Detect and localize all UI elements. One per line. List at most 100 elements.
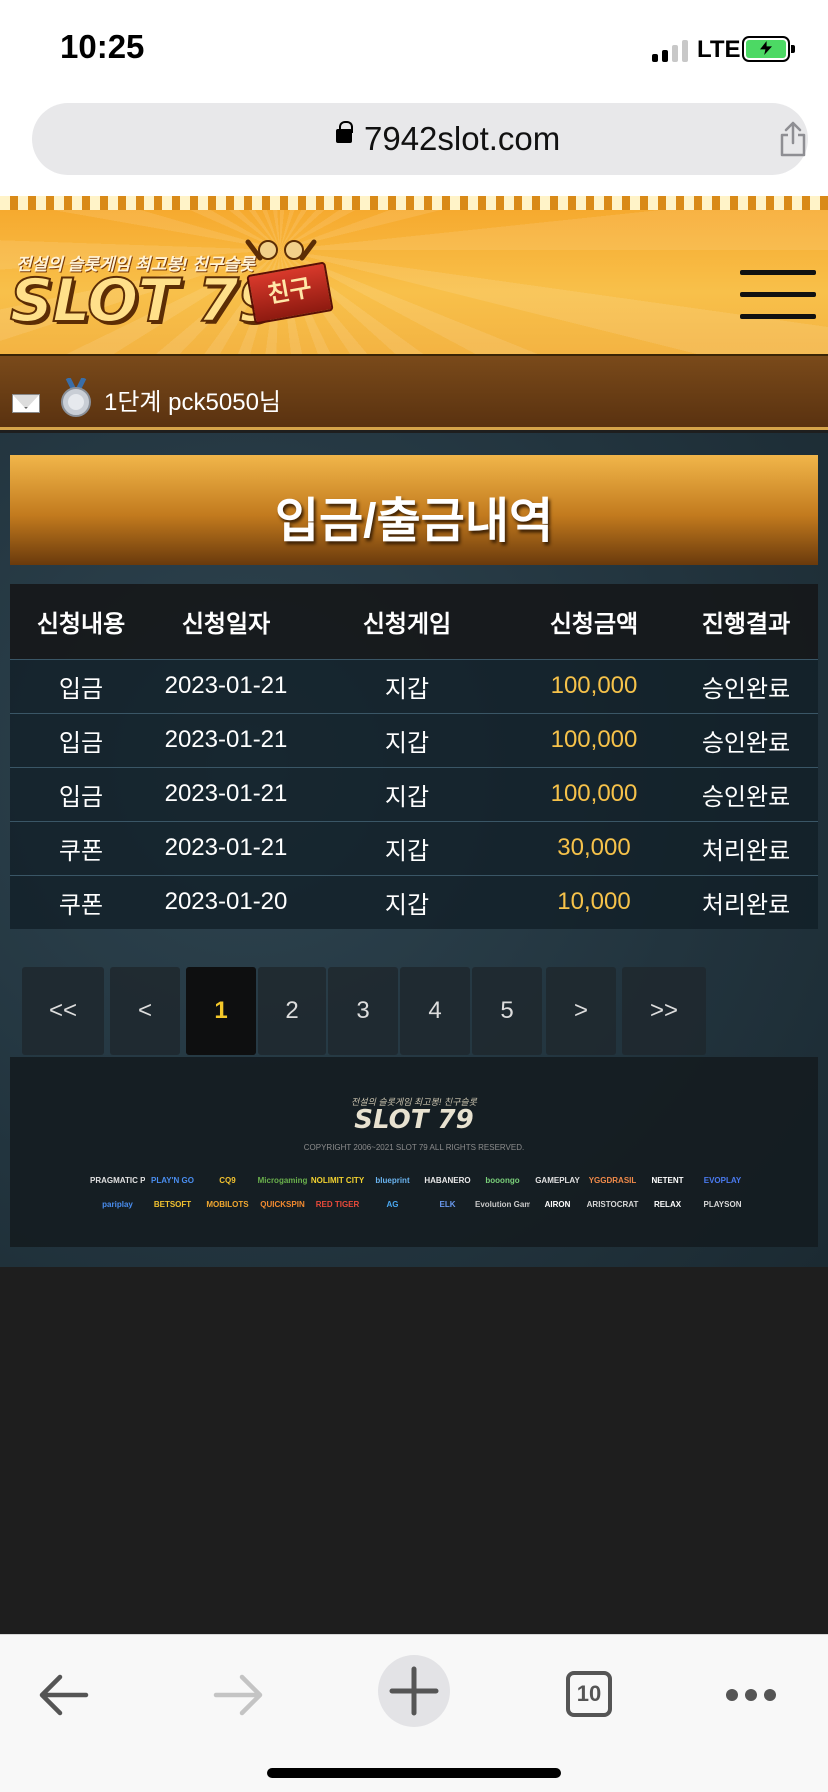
provider-logo: pariplay: [102, 1200, 133, 1209]
provider-logo: blueprint: [375, 1176, 410, 1185]
cell-type: 쿠폰: [10, 874, 152, 929]
cell-game: 지갑: [300, 712, 514, 767]
page-title: 입금/출금내역: [274, 495, 554, 548]
cell-date: 2023-01-21: [152, 766, 300, 821]
menu-hamburger-icon[interactable]: [740, 270, 816, 320]
provider-logos: PRAGMATIC PLAY PLAY'N GO CQ9 Microgaming…: [90, 1169, 750, 1217]
table-row: 입금 2023-01-21 지갑 100,000 승인완료: [10, 712, 818, 767]
page-button-3[interactable]: 3: [328, 967, 398, 1055]
lock-icon: [336, 121, 353, 143]
page-button-1[interactable]: 1: [186, 967, 256, 1055]
site-page: 전설의 슬롯게임 최고봉! 친구슬롯 SLOT 79 친구 1단계 pck505…: [0, 196, 828, 1634]
page-button-4[interactable]: 4: [400, 967, 470, 1055]
cell-type: 쿠폰: [10, 820, 152, 875]
cell-status: 승인완료: [674, 712, 818, 767]
cell-date: 2023-01-21: [152, 820, 300, 875]
cellular-signal-icon: [652, 38, 688, 62]
user-bar: 1단계 pck5050님: [0, 356, 828, 430]
cell-game: 지갑: [300, 766, 514, 821]
cell-status: 승인완료: [674, 658, 818, 713]
provider-logo: Evolution Gaming: [475, 1200, 530, 1209]
column-header-date: 신청일자: [152, 584, 300, 659]
status-time: 10:25: [60, 28, 145, 65]
column-header-status: 진행결과: [674, 584, 818, 659]
provider-logo: MOBILOTS: [206, 1200, 249, 1209]
provider-logo: booongo: [485, 1176, 520, 1185]
user-level-name: 1단계 pck5050님: [104, 389, 281, 416]
provider-logo: PLAY'N GO: [151, 1176, 194, 1185]
column-header-game: 신청게임: [300, 584, 514, 659]
home-indicator: [267, 1768, 561, 1778]
level-medal-icon: [61, 378, 91, 417]
cell-status: 처리완료: [674, 820, 818, 875]
page-title-banner: 입금/출금내역: [10, 455, 818, 565]
table-row: 입금 2023-01-21 지갑 100,000 승인완료: [10, 658, 818, 713]
table-row: 쿠폰 2023-01-21 지갑 30,000 처리완료: [10, 820, 818, 875]
transaction-history-table: 신청내용 신청일자 신청게임 신청금액 진행결과 입금 2023-01-21 지…: [10, 584, 818, 929]
more-options-icon[interactable]: [724, 1685, 778, 1705]
page-next-button[interactable]: >: [546, 967, 616, 1055]
cell-amount: 100,000: [514, 766, 674, 821]
battery-charging-icon: [742, 36, 795, 62]
cell-type: 입금: [10, 712, 152, 767]
cell-game: 지갑: [300, 658, 514, 713]
page-first-button[interactable]: <<: [22, 967, 104, 1055]
provider-logo: AG: [386, 1200, 399, 1209]
provider-logo: QUICKSPIN: [260, 1200, 305, 1209]
forward-arrow-icon[interactable]: [212, 1673, 264, 1717]
share-icon[interactable]: [778, 121, 808, 157]
provider-logo: ARISTOCRAT: [586, 1200, 639, 1209]
history-section: 입금/출금내역 신청내용 신청일자 신청게임 신청금액 진행결과 입금 2023…: [0, 433, 828, 1267]
provider-logo: EVOPLAY: [703, 1176, 742, 1185]
provider-logo: GAMEPLAY: [535, 1176, 580, 1185]
column-header-type: 신청내용: [10, 584, 152, 659]
tabs-count-icon[interactable]: 10: [566, 1671, 612, 1717]
table-row: 쿠폰 2023-01-20 지갑 10,000 처리완료: [10, 874, 818, 929]
new-tab-plus-icon[interactable]: [378, 1655, 450, 1727]
cell-status: 처리완료: [674, 874, 818, 929]
provider-logo: YGGDRASIL: [588, 1176, 637, 1185]
cell-game: 지갑: [300, 820, 514, 875]
cell-status: 승인완료: [674, 766, 818, 821]
back-arrow-icon[interactable]: [38, 1673, 90, 1717]
provider-logo: Microgaming: [257, 1176, 308, 1185]
column-header-amount: 신청금액: [514, 584, 674, 659]
cell-date: 2023-01-20: [152, 874, 300, 929]
cell-game: 지갑: [300, 874, 514, 929]
provider-logo: RELAX: [653, 1200, 682, 1209]
network-type: LTE: [697, 36, 741, 63]
pagination: << < 1 2 3 4 5 > >>: [22, 967, 806, 1057]
page-button-5[interactable]: 5: [472, 967, 542, 1055]
site-header: 전설의 슬롯게임 최고봉! 친구슬롯 SLOT 79 친구: [0, 196, 828, 356]
footer-logo: SLOT 79: [354, 1105, 474, 1135]
provider-logo: AIRON: [544, 1200, 571, 1209]
status-bar: 10:25 LTE: [0, 0, 828, 96]
url-text[interactable]: 7942slot.com: [364, 120, 560, 158]
copyright-text: COPYRIGHT 2006~2021 SLOT 79 ALL RIGHTS R…: [303, 1143, 525, 1152]
cell-amount: 10,000: [514, 874, 674, 929]
cell-date: 2023-01-21: [152, 658, 300, 713]
provider-logo: RED TIGER: [315, 1200, 360, 1209]
page-button-2[interactable]: 2: [258, 967, 326, 1055]
site-footer: 전설의 슬롯게임 최고봉! 친구슬롯 SLOT 79 COPYRIGHT 200…: [10, 1057, 818, 1247]
cell-amount: 100,000: [514, 712, 674, 767]
address-bar[interactable]: 7942slot.com: [32, 103, 808, 175]
cell-type: 입금: [10, 658, 152, 713]
provider-logo: CQ9: [219, 1176, 236, 1185]
page-last-button[interactable]: >>: [622, 967, 706, 1055]
page-prev-button[interactable]: <: [110, 967, 180, 1055]
provider-logo: PLAYSON: [703, 1200, 742, 1209]
table-row: 입금 2023-01-21 지갑 100,000 승인완료: [10, 766, 818, 821]
table-header-row: 신청내용 신청일자 신청게임 신청금액 진행결과: [10, 584, 818, 659]
provider-logo: ELK: [439, 1200, 456, 1209]
provider-logo: PRAGMATIC PLAY: [90, 1176, 145, 1185]
cell-amount: 100,000: [514, 658, 674, 713]
provider-logo: NOLIMIT CITY: [310, 1176, 365, 1185]
cell-type: 입금: [10, 766, 152, 821]
cell-amount: 30,000: [514, 820, 674, 875]
provider-logo: HABANERO: [424, 1176, 471, 1185]
provider-logo: BETSOFT: [153, 1200, 192, 1209]
site-logo[interactable]: SLOT 79: [9, 265, 281, 337]
mail-icon[interactable]: [12, 394, 40, 413]
provider-logo: NETENT: [651, 1176, 684, 1185]
